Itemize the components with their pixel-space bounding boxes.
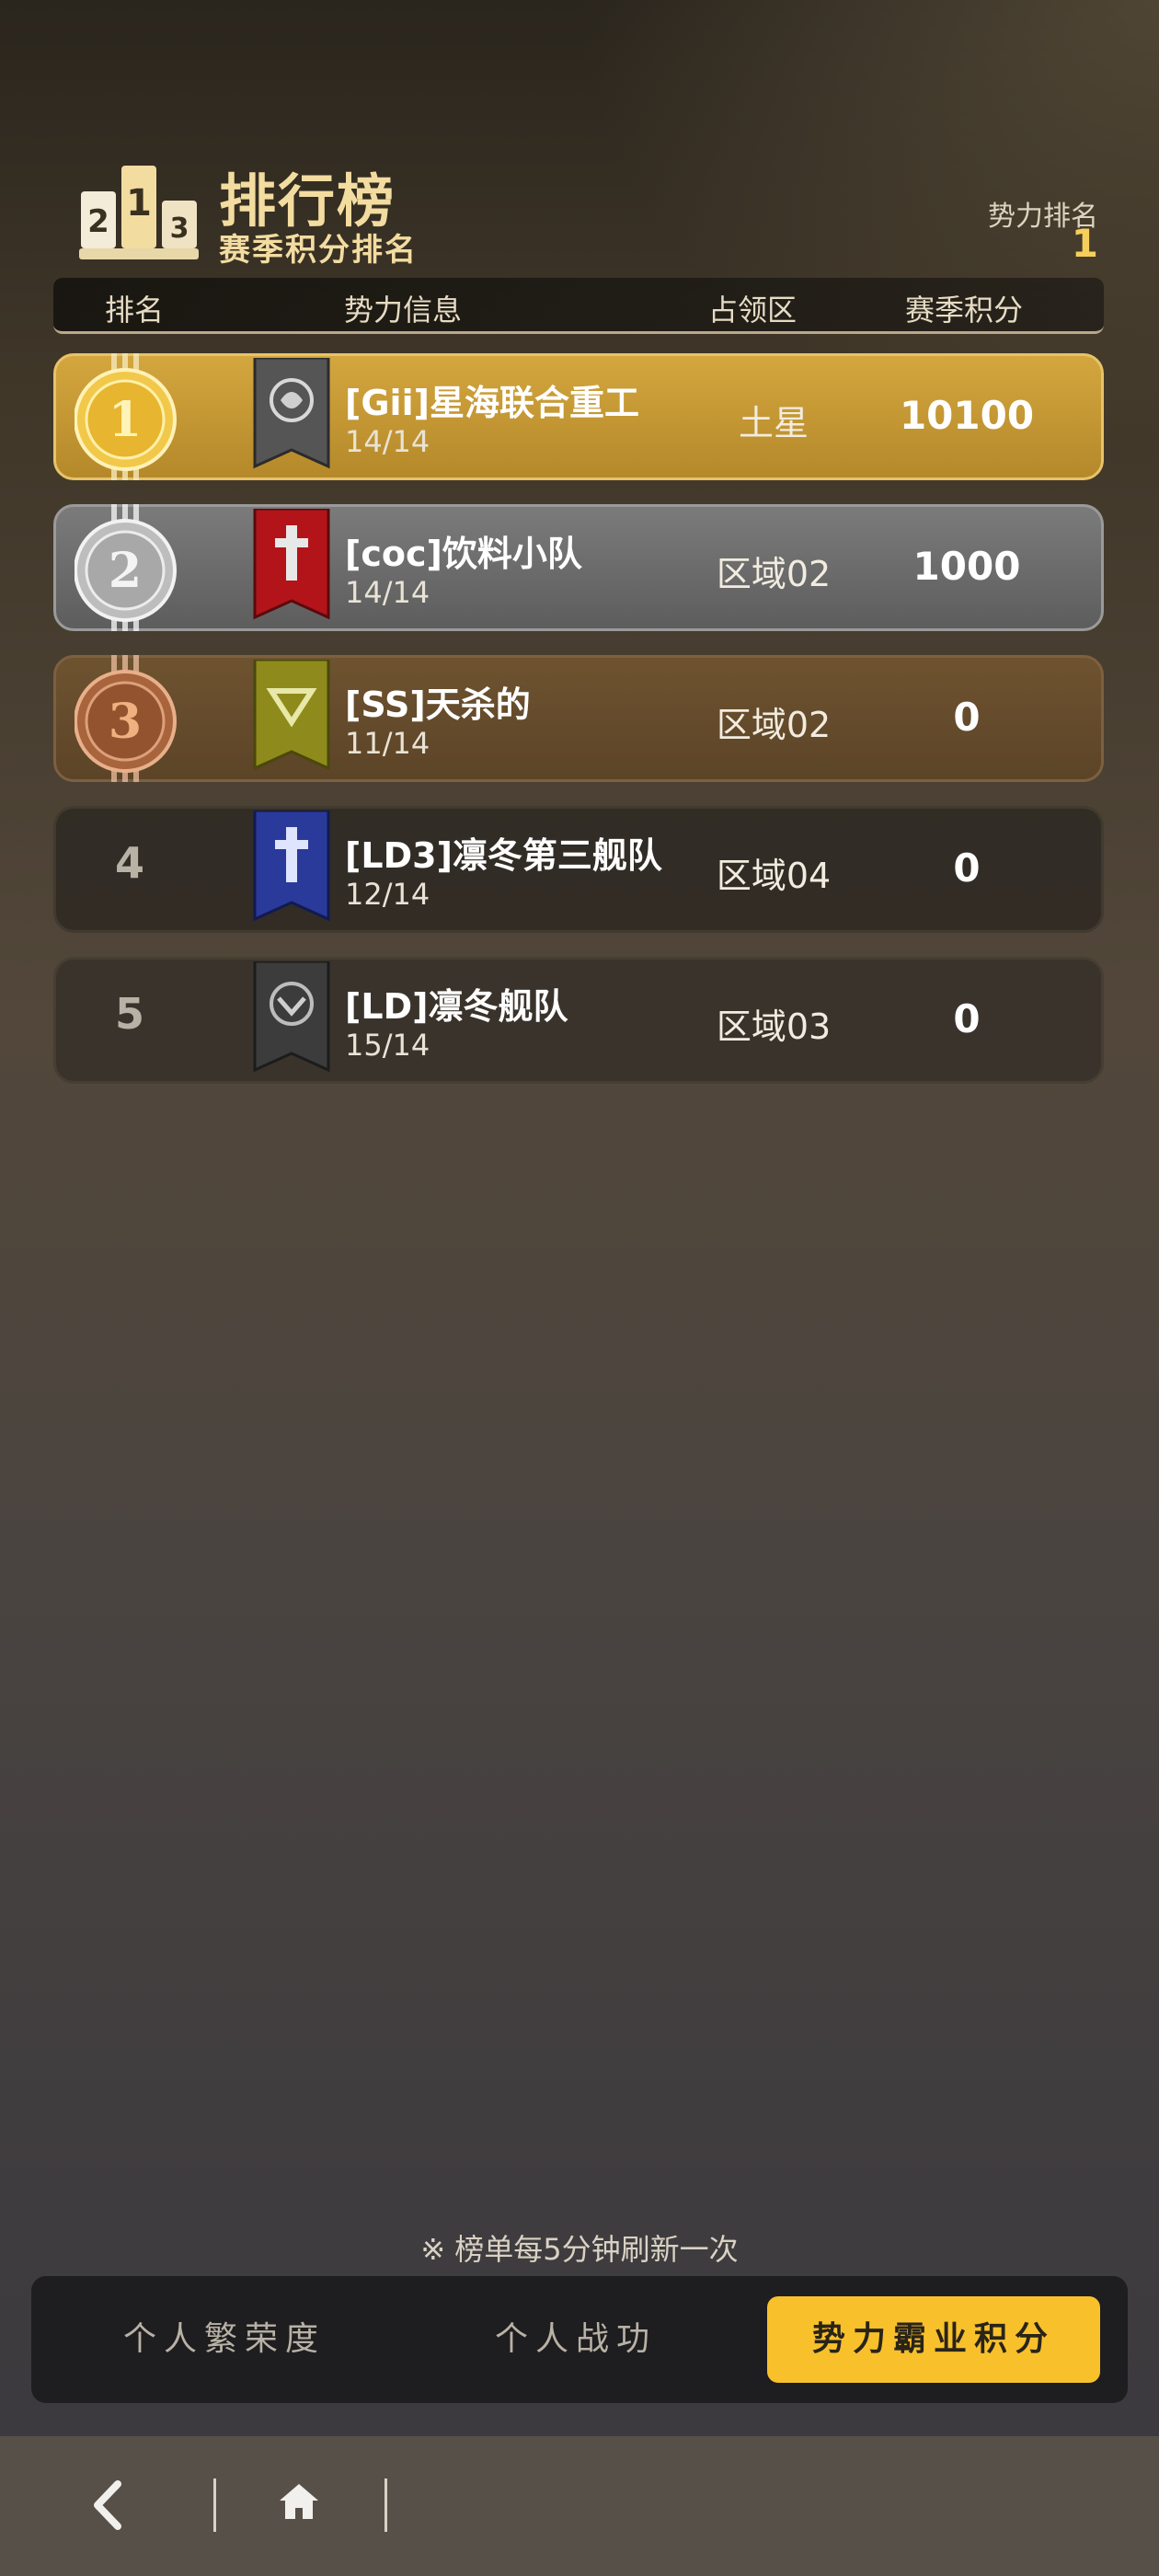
column-header-bar: 排名 势力信息 占领区 赛季积分 [53, 278, 1104, 334]
system-nav-bar [0, 2436, 1159, 2576]
faction-members: 12/14 [345, 877, 430, 912]
faction-score: 0 [953, 695, 981, 740]
rank-number: 4 [114, 838, 144, 888]
faction-score: 0 [953, 996, 981, 1041]
faction-banner-icon [253, 509, 330, 620]
faction-banner-icon [253, 660, 330, 771]
my-rank-value: 1 [1071, 221, 1098, 266]
gold-medal-icon: 1 [75, 353, 177, 480]
svg-text:1: 1 [109, 392, 142, 448]
svg-text:2: 2 [87, 203, 109, 240]
faction-score: 1000 [912, 544, 1021, 589]
faction-name: [SS]天杀的 [345, 684, 531, 725]
faction-region: 区域02 [716, 705, 832, 745]
svg-text:2: 2 [109, 543, 142, 599]
leaderboard-row[interactable]: 3 [SS]天杀的 11/14 区域02 0 [53, 655, 1104, 782]
home-icon[interactable] [278, 2480, 320, 2523]
faction-members: 15/14 [345, 1028, 430, 1063]
faction-name: [LD3]凛冬第三舰队 [345, 835, 662, 876]
page-subtitle: 赛季积分排名 [219, 232, 418, 269]
faction-banner-icon [253, 358, 330, 469]
leaderboard-row[interactable]: 2 [coc]饮料小队 14/14 区域02 1000 [53, 504, 1104, 631]
faction-score: 0 [953, 845, 981, 891]
faction-region: 区域03 [716, 1006, 832, 1047]
tab-personal-prosperity[interactable]: 个人繁荣度 [86, 2276, 362, 2403]
back-arrow-icon[interactable] [85, 2477, 132, 2534]
faction-banner-icon [253, 811, 330, 922]
faction-region: 区域04 [716, 856, 832, 896]
refresh-note: ※ 榜单每5分钟刷新一次 [420, 2232, 739, 2267]
column-season-points: 赛季积分 [905, 293, 1024, 328]
faction-region: 土星 [738, 403, 809, 443]
tab-personal-merit[interactable]: 个人战功 [438, 2276, 714, 2403]
faction-name: [coc]饮料小队 [345, 534, 582, 574]
faction-region: 区域02 [716, 554, 832, 594]
nav-divider [384, 2478, 387, 2532]
bottom-tab-bar: 个人繁荣度 个人战功 势力霸业积分 [31, 2276, 1128, 2403]
svg-text:1: 1 [126, 182, 152, 224]
column-rank: 排名 [105, 293, 165, 328]
faction-score: 10100 [899, 393, 1035, 438]
rank-number: 5 [114, 989, 144, 1039]
faction-name: [LD]凛冬舰队 [345, 986, 568, 1027]
leaderboard-row[interactable]: 1 [Gii]星海联合重工 14/14 土星 10100 [53, 353, 1104, 480]
leaderboard-row[interactable]: 4 [LD3]凛冬第三舰队 12/14 区域04 0 [53, 806, 1104, 933]
bronze-medal-icon: 3 [75, 655, 177, 782]
nav-divider [213, 2478, 216, 2532]
faction-members: 14/14 [345, 424, 430, 459]
silver-medal-icon: 2 [75, 504, 177, 631]
faction-banner-icon [253, 961, 330, 1073]
leaderboard-row[interactable]: 5 [LD]凛冬舰队 15/14 区域03 0 [53, 957, 1104, 1084]
column-region: 占领区 [708, 293, 798, 328]
faction-members: 11/14 [345, 726, 430, 761]
svg-text:3: 3 [170, 213, 189, 245]
faction-name: [Gii]星海联合重工 [345, 383, 639, 423]
column-faction-info: 势力信息 [344, 293, 463, 328]
svg-text:3: 3 [109, 694, 142, 750]
podium-icon: 2 1 3 [79, 166, 199, 259]
faction-members: 14/14 [345, 575, 430, 610]
tab-faction-dominance-points[interactable]: 势力霸业积分 [767, 2296, 1100, 2383]
